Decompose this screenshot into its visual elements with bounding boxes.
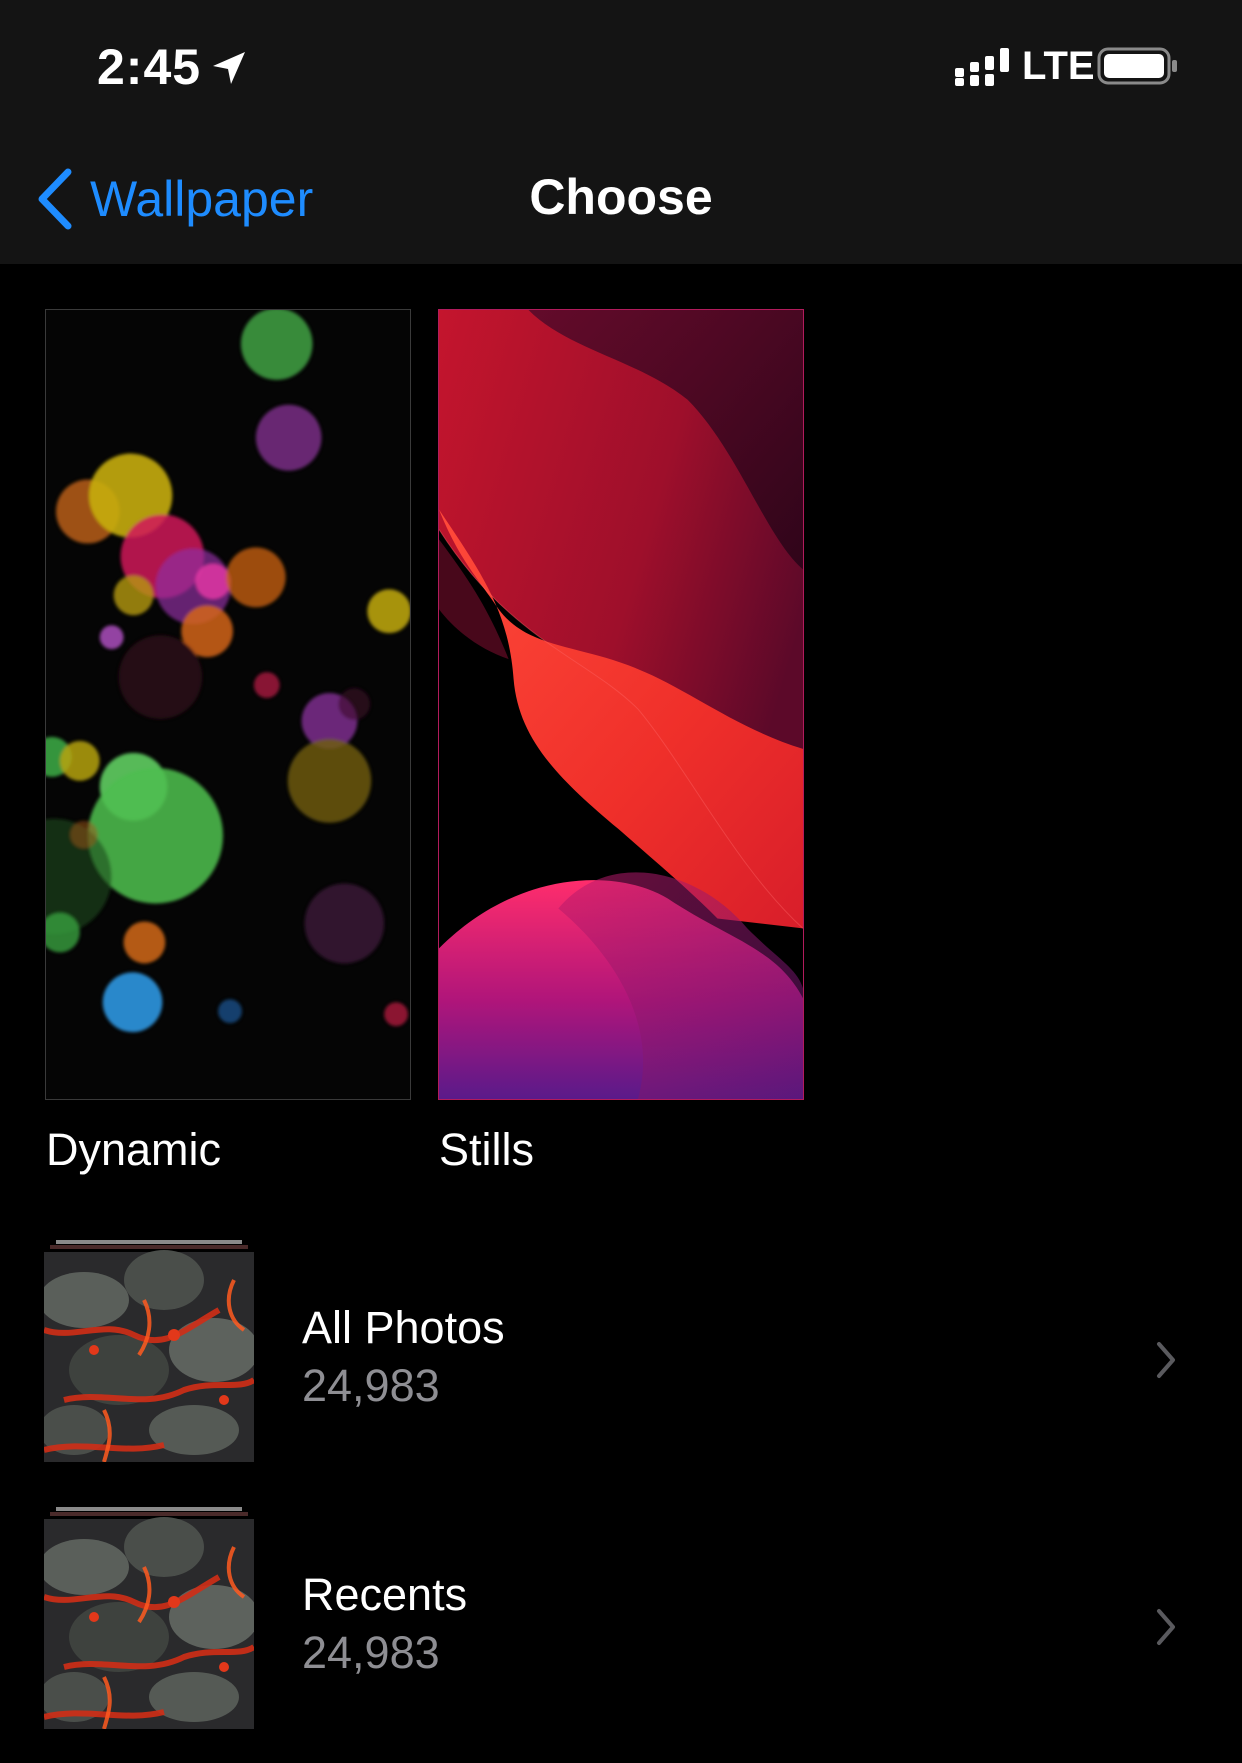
album-thumbnail-image xyxy=(44,1240,254,1462)
album-thumbnail-image xyxy=(44,1507,254,1729)
dynamic-wallpaper-tile[interactable] xyxy=(45,309,411,1100)
location-arrow-icon xyxy=(213,52,245,84)
dynamic-tile-label: Dynamic xyxy=(46,1124,222,1175)
signal-bars-icon xyxy=(955,48,1009,86)
album-name: All Photos xyxy=(302,1302,505,1353)
dynamic-wallpaper-preview xyxy=(46,310,410,1099)
network-type-label: LTE xyxy=(1022,44,1095,88)
album-row-all-photos[interactable]: All Photos 24,983 xyxy=(0,1240,1242,1470)
page-title: Choose xyxy=(529,169,713,225)
album-name: Recents xyxy=(302,1569,468,1620)
battery-icon xyxy=(1097,47,1177,85)
chevron-right-icon xyxy=(1157,1342,1175,1378)
stills-wallpaper-preview xyxy=(439,310,803,1099)
navigation-bar: Wallpaper Choose xyxy=(0,130,1242,264)
album-thumbnail-stack xyxy=(44,1507,254,1729)
chevron-right-icon xyxy=(1157,1609,1175,1645)
album-thumbnail-stack xyxy=(44,1240,254,1462)
stills-tile-label: Stills xyxy=(439,1124,535,1175)
album-row-recents[interactable]: Recents 24,983 xyxy=(0,1507,1242,1737)
album-count: 24,983 xyxy=(302,1627,440,1678)
status-time: 2:45 xyxy=(97,39,202,95)
status-bar: 2:45 LTE xyxy=(0,0,1242,130)
album-count: 24,983 xyxy=(302,1360,440,1411)
stills-wallpaper-tile[interactable] xyxy=(438,309,804,1100)
